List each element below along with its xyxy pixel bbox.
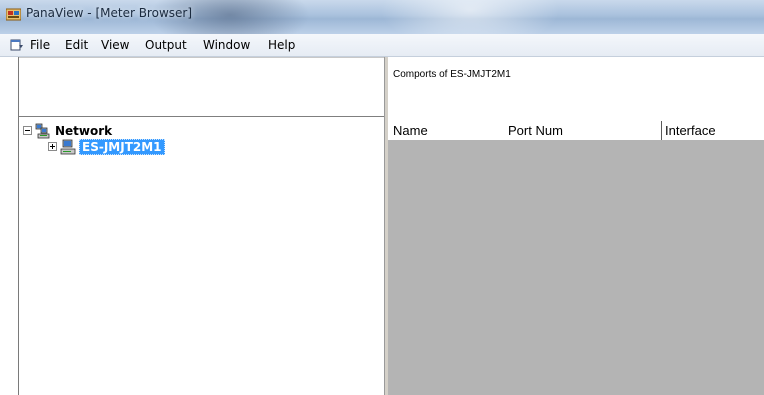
- title-bar-highlight: [380, 0, 560, 34]
- menu-edit[interactable]: Edit: [65, 38, 88, 52]
- menu-help[interactable]: Help: [268, 38, 295, 52]
- document-window-icon[interactable]: [10, 38, 24, 52]
- column-divider[interactable]: [661, 121, 662, 140]
- comports-pane: Comports of ES-JMJT2M1 Name Port Num Int…: [388, 57, 764, 395]
- menu-view[interactable]: View: [101, 38, 129, 52]
- collapse-icon[interactable]: [23, 126, 32, 135]
- network-computers-icon: [35, 123, 50, 139]
- tree-node-computer[interactable]: ES-JMJT2M1: [48, 139, 248, 155]
- comports-list[interactable]: [388, 140, 764, 395]
- expand-icon[interactable]: [48, 142, 57, 151]
- tree-label-computer[interactable]: ES-JMJT2M1: [79, 139, 165, 155]
- list-header: Name Port Num Interface: [388, 121, 764, 140]
- pane-caption: Comports of ES-JMJT2M1: [393, 69, 511, 80]
- tree-node-network[interactable]: Network: [23, 123, 223, 139]
- menu-bar: File Edit View Output Window Help: [0, 34, 764, 57]
- menu-file[interactable]: File: [30, 38, 50, 52]
- title-bar[interactable]: PanaView - [Meter Browser]: [0, 0, 764, 34]
- computer-icon: [60, 139, 76, 155]
- column-header-name[interactable]: Name: [393, 123, 428, 138]
- column-header-interface[interactable]: Interface: [665, 123, 716, 138]
- column-header-port-num[interactable]: Port Num: [508, 123, 563, 138]
- meter-tree-pane[interactable]: Network ES-JMJT2M1: [18, 57, 385, 395]
- window-title: PanaView - [Meter Browser]: [26, 6, 193, 20]
- tree-label-network[interactable]: Network: [55, 124, 112, 138]
- panaview-icon[interactable]: [6, 8, 21, 21]
- tree-header-area: [19, 57, 385, 117]
- menu-window[interactable]: Window: [203, 38, 250, 52]
- menu-output[interactable]: Output: [145, 38, 187, 52]
